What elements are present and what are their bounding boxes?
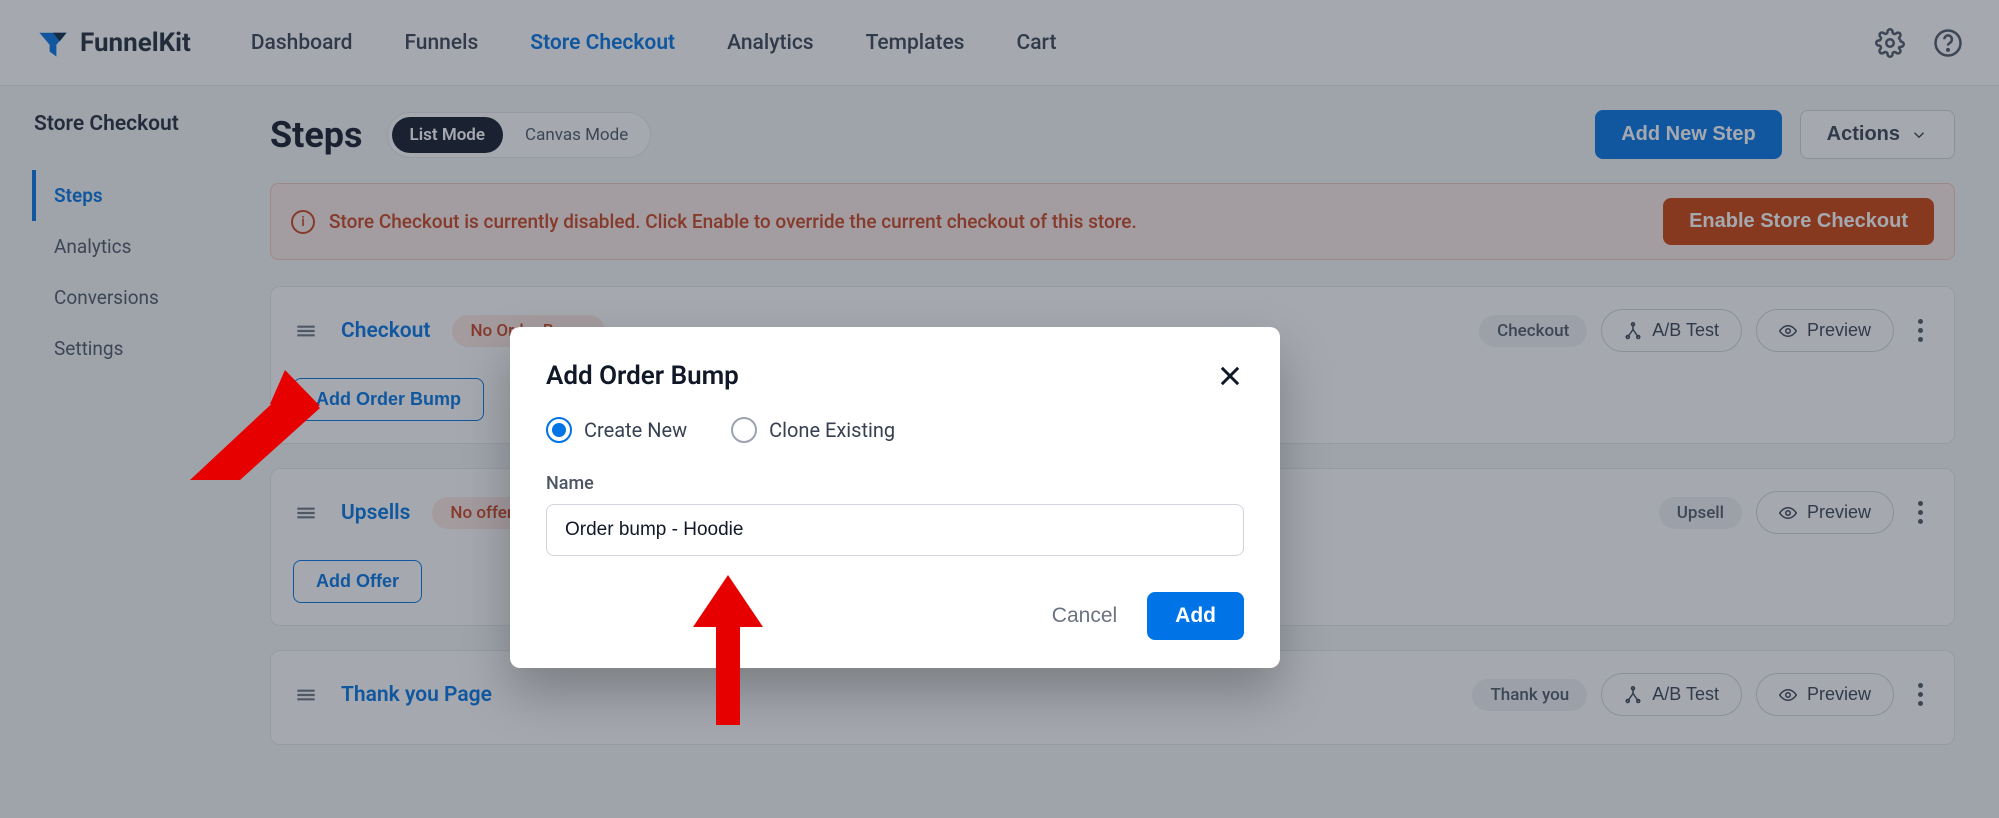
add-button[interactable]: Add (1147, 592, 1244, 640)
add-order-bump-modal: Add Order Bump Create New Clone Existing… (510, 327, 1280, 668)
radio-clone-label: Clone Existing (769, 418, 895, 442)
radio-group: Create New Clone Existing (546, 417, 1244, 443)
cancel-button[interactable]: Cancel (1052, 604, 1117, 628)
close-icon[interactable] (1216, 362, 1244, 390)
modal-title: Add Order Bump (546, 361, 739, 391)
name-input[interactable] (546, 504, 1244, 556)
radio-create-new[interactable]: Create New (546, 417, 687, 443)
radio-icon (546, 417, 572, 443)
radio-create-label: Create New (584, 418, 687, 442)
name-label: Name (546, 473, 1244, 494)
radio-clone-existing[interactable]: Clone Existing (731, 417, 895, 443)
radio-icon (731, 417, 757, 443)
